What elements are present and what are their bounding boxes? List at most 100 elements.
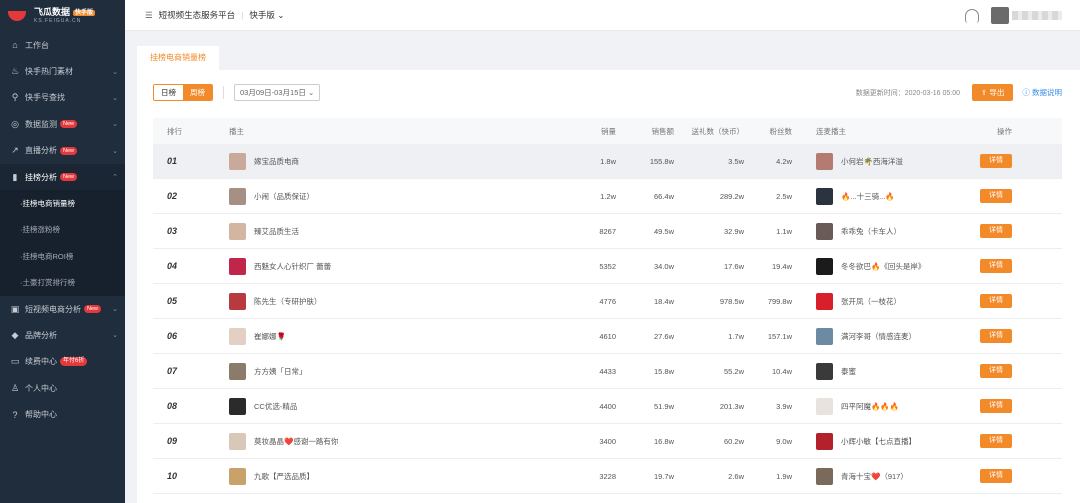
- op-cell: 详情: [952, 364, 1012, 378]
- avatar[interactable]: [229, 222, 246, 240]
- detail-button[interactable]: 详情: [980, 189, 1012, 203]
- table-row[interactable]: 05 陈先生（专研护肤） 4776 18.4w 978.5w 799.8w 张开凤（一枝花）…: [153, 284, 1062, 319]
- detail-button[interactable]: 详情: [980, 259, 1012, 273]
- detail-button[interactable]: 详情: [980, 294, 1012, 308]
- co-anchor-name[interactable]: 泰蜜: [841, 366, 856, 377]
- sidebar-item-brand-analysis[interactable]: ◆ 品牌分析 ⌄: [0, 322, 125, 348]
- detail-button[interactable]: 详情: [980, 224, 1012, 238]
- co-anchor-name[interactable]: 小何岩🌴西海洋溢: [841, 156, 903, 167]
- avatar[interactable]: [229, 432, 246, 450]
- avatar[interactable]: [229, 362, 246, 380]
- anchor-name[interactable]: 崔娜娜🌹: [254, 331, 286, 342]
- co-anchor-name[interactable]: 小辉小敏【七点直播】: [841, 436, 916, 447]
- sidebar-item-data-monitor[interactable]: ◎ 数据监测 New ⌄: [0, 111, 125, 137]
- tab-sales-rank[interactable]: 挂榜电商销量榜: [137, 46, 219, 70]
- version-switcher[interactable]: 快手版 ⌄: [249, 9, 284, 21]
- avatar[interactable]: [229, 152, 246, 170]
- sidebar-item-workbench[interactable]: ⌂ 工作台: [0, 32, 125, 58]
- table-row[interactable]: 08 CC优选-精品 4400 51.9w 201.3w 3.9w 四平阿魔🔥🔥🔥 详情: [153, 389, 1062, 424]
- table-row[interactable]: 02 小闹（品质保证） 1.2w 66.4w 289.2w 2.5w 🔥...十三骑...🔥…: [153, 179, 1062, 214]
- anchor-name[interactable]: 嫁宝品质电商: [254, 156, 299, 167]
- avatar[interactable]: [816, 222, 833, 240]
- anchor-cell: 方方姨「日常」: [229, 362, 564, 380]
- sidebar-item-profile[interactable]: ♙ 个人中心: [0, 375, 125, 401]
- sidebar-subitem-roi-rank[interactable]: · 挂榜电商ROI榜: [0, 243, 125, 270]
- anchor-name[interactable]: 陈先生（专研护肤）: [254, 296, 322, 307]
- table-row[interactable]: 07 方方姨「日常」 4433 15.8w 55.2w 10.4w 泰蜜 详情: [153, 354, 1062, 389]
- weekly-button[interactable]: 周榜: [183, 85, 212, 100]
- co-anchor-name[interactable]: 乖乖兔（卡车人）: [841, 226, 901, 237]
- avatar[interactable]: [229, 257, 246, 275]
- table-row[interactable]: 03 臻艾品质生活 8267 49.5w 32.9w 1.1w 乖乖兔（卡车人） 详情: [153, 214, 1062, 249]
- chevron-down-icon: ⌄: [307, 88, 315, 97]
- avatar[interactable]: [816, 362, 833, 380]
- avatar[interactable]: [816, 257, 833, 275]
- co-anchor-name[interactable]: 四平阿魔🔥🔥🔥: [841, 401, 899, 412]
- table-row[interactable]: 01 嫁宝品质电商 1.8w 155.8w 3.5w 4.2w 小何岩🌴西海洋溢 详情: [153, 144, 1062, 179]
- amount-cell: 27.6w: [653, 331, 674, 341]
- anchor-name[interactable]: CC优选-精品: [254, 401, 297, 412]
- avatar[interactable]: [229, 292, 246, 310]
- sales-cell: 1.2w: [600, 191, 616, 201]
- avatar[interactable]: [229, 327, 246, 345]
- help-icon: ?: [12, 409, 18, 420]
- anchor-name[interactable]: 九歌【严选品质】: [254, 471, 314, 482]
- co-anchor-name[interactable]: 冬冬欲巴🔥《回头是岸》: [841, 261, 925, 272]
- op-cell: 详情: [952, 224, 1012, 238]
- anchor-name[interactable]: 西魅女人心针织厂 蕾蕾: [254, 261, 331, 272]
- avatar[interactable]: [229, 467, 246, 485]
- menu-icon[interactable]: ☰: [145, 10, 153, 21]
- avatar[interactable]: [816, 292, 833, 310]
- sidebar-item-ecommerce-analysis[interactable]: ▣ 短视频电商分析 New ⌄: [0, 296, 125, 322]
- table-row[interactable]: 09 莫妆晶晶❤️感谢一路有你 3400 16.8w 60.2w 9.0w 小辉小敏【七点直…: [153, 424, 1062, 459]
- sidebar-item-live-analysis[interactable]: ↗ 直播分析 New ⌄: [0, 138, 125, 164]
- anchor-name[interactable]: 臻艾品质生活: [254, 226, 299, 237]
- rank-cell: 07: [167, 366, 178, 376]
- anchor-name[interactable]: 小闹（品质保证）: [254, 191, 314, 202]
- sidebar-item-account-search[interactable]: ⚲ 快手号查找 ⌄: [0, 85, 125, 111]
- avatar[interactable]: [816, 467, 833, 485]
- avatar[interactable]: [816, 432, 833, 450]
- co-anchor-name[interactable]: 满河李哥（情感连麦）: [841, 331, 916, 342]
- brand-domain: KS.FEIGUA.CN: [34, 18, 82, 24]
- daily-button[interactable]: 日榜: [154, 85, 183, 100]
- co-anchor-name[interactable]: 🔥...十三骑...🔥: [841, 191, 895, 202]
- detail-button[interactable]: 详情: [980, 434, 1012, 448]
- sidebar-item-renewal[interactable]: ▭ 续费中心 年付6折: [0, 349, 125, 375]
- avatar[interactable]: [816, 327, 833, 345]
- avatar[interactable]: [816, 152, 833, 170]
- table-row[interactable]: 04 西魅女人心针织厂 蕾蕾 5352 34.0w 17.6w 19.4w 冬冬欲巴🔥《回头…: [153, 249, 1062, 284]
- detail-button[interactable]: 详情: [980, 469, 1012, 483]
- data-explain-link[interactable]: ⓘ 数据说明: [1022, 87, 1062, 98]
- co-anchor-cell: 小辉小敏【七点直播】: [792, 432, 952, 450]
- co-anchor-name[interactable]: 青海十宝❤️（917）: [841, 471, 908, 482]
- anchor-name[interactable]: 莫妆晶晶❤️感谢一路有你: [254, 436, 338, 447]
- op-cell: 详情: [952, 399, 1012, 413]
- table-row[interactable]: 10 九歌【严选品质】 3228 19.7w 2.6w 1.9w 青海十宝❤️（917） 详情: [153, 459, 1062, 494]
- sidebar-item-help[interactable]: ? 帮助中心: [0, 401, 125, 427]
- detail-button[interactable]: 详情: [980, 329, 1012, 343]
- headset-icon[interactable]: [965, 8, 979, 23]
- detail-button[interactable]: 详情: [980, 364, 1012, 378]
- date-range-select[interactable]: 03月09日-03月15日 ⌄: [234, 84, 321, 101]
- anchor-name[interactable]: 方方姨「日常」: [254, 366, 307, 377]
- avatar[interactable]: [229, 187, 246, 205]
- sidebar-subitem-fans-rank[interactable]: · 挂榜涨粉榜: [0, 216, 125, 244]
- rank-cell: 08: [167, 401, 178, 411]
- co-anchor-name[interactable]: 张开凤（一枝花）: [841, 296, 901, 307]
- export-button[interactable]: ⇪ 导出: [972, 84, 1014, 101]
- avatar[interactable]: [816, 187, 833, 205]
- brand-logo[interactable]: 飞瓜数据 快手版 KS.FEIGUA.CN: [0, 0, 125, 32]
- detail-button[interactable]: 详情: [980, 154, 1012, 168]
- table-row[interactable]: 06 崔娜娜🌹 4610 27.6w 1.7w 157.1w 满河李哥（情感连麦） 详情: [153, 319, 1062, 354]
- avatar[interactable]: [229, 397, 246, 415]
- sidebar-item-rank-analysis[interactable]: ▮ 挂榜分析 New ⌃: [0, 163, 125, 191]
- user-menu[interactable]: [991, 7, 1062, 24]
- sidebar-item-hot-material[interactable]: ♨ 快手热门素材 ⌄: [0, 58, 125, 84]
- sidebar-subitem-tip-rank[interactable]: · 土豪打赏排行榜: [0, 269, 125, 296]
- detail-button[interactable]: 详情: [980, 399, 1012, 413]
- sidebar-subitem-sales-rank[interactable]: · 挂榜电商销量榜: [0, 190, 125, 217]
- anchor-cell: 臻艾品质生活: [229, 222, 564, 240]
- avatar[interactable]: [816, 397, 833, 415]
- rank-cell: 02: [167, 191, 178, 201]
